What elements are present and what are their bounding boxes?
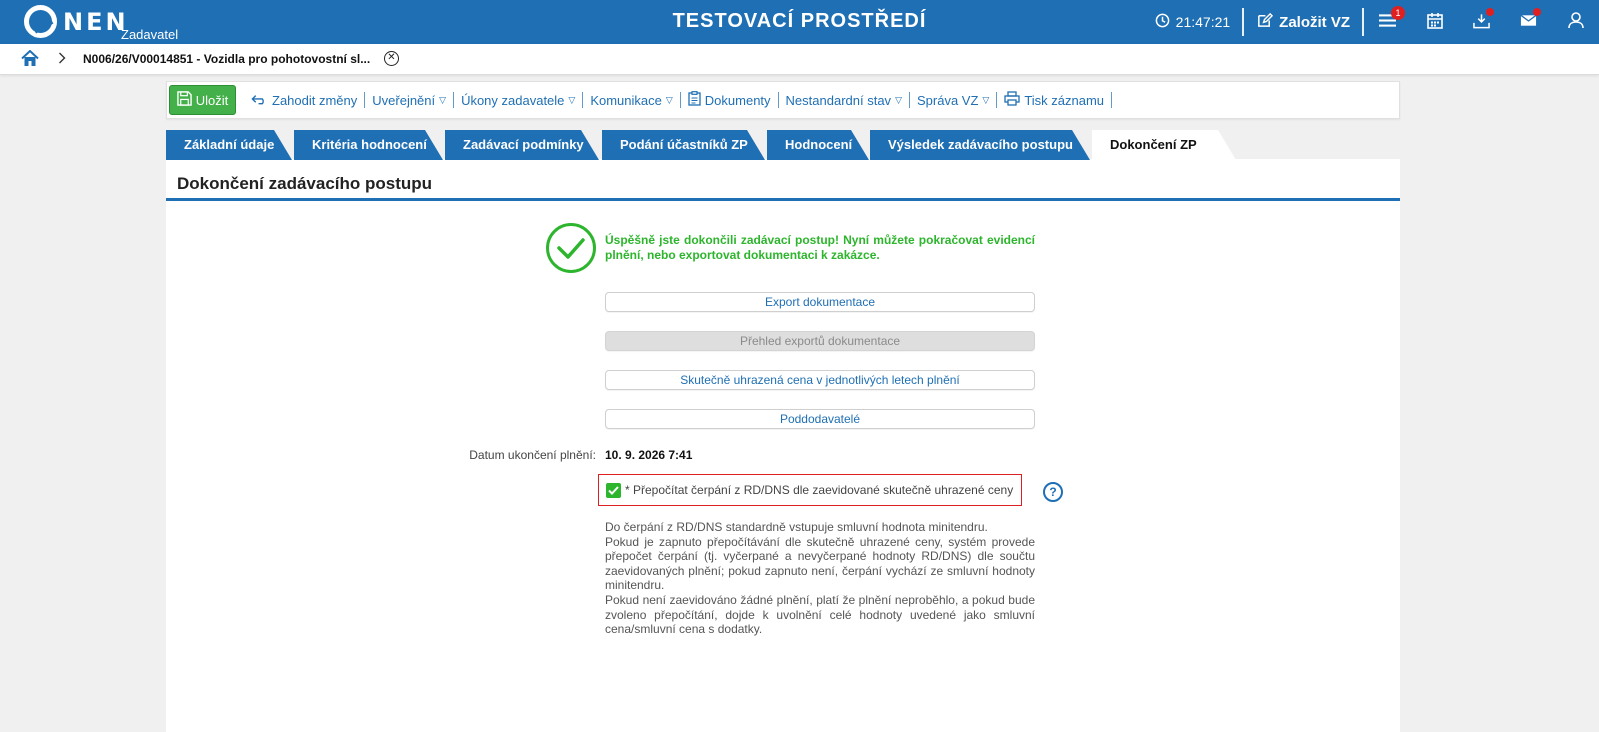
caret-down-icon: ▽ bbox=[982, 94, 990, 105]
drawdown-info-note: Do čerpání z RD/DNS standardně vstupuje … bbox=[605, 520, 1035, 637]
header-divider bbox=[1242, 8, 1245, 36]
vz-management-menu[interactable]: Správa VZ ▽ bbox=[910, 93, 996, 108]
messages-dot-badge bbox=[1533, 8, 1541, 16]
page-title: Dokončení zadávacího postupu bbox=[166, 159, 1400, 201]
caret-down-icon: ▽ bbox=[665, 94, 673, 105]
user-icon bbox=[1567, 12, 1584, 32]
tab-procedure-result[interactable]: Výsledek zadávacího postupu bbox=[870, 130, 1090, 160]
downloads-dot-badge bbox=[1486, 8, 1494, 16]
create-vz-label: Založit VZ bbox=[1279, 13, 1350, 31]
logo-ring-icon bbox=[24, 5, 57, 38]
menu-button[interactable]: 1 bbox=[1364, 0, 1411, 44]
top-header: NEN Zadavatel TESTOVACÍ PROSTŘEDÍ 21:47:… bbox=[0, 0, 1599, 44]
document-icon bbox=[688, 91, 701, 109]
logo-text: NEN bbox=[63, 7, 129, 36]
tab-evaluation-criteria[interactable]: Kritéria hodnocení bbox=[294, 130, 443, 160]
printer-icon bbox=[1004, 91, 1020, 109]
toolbar-divider bbox=[1111, 92, 1113, 108]
discard-changes-button[interactable]: Zahodit změny bbox=[244, 92, 364, 108]
edit-icon bbox=[1256, 12, 1274, 33]
calendar-button[interactable] bbox=[1411, 0, 1458, 44]
documents-button[interactable]: Dokumenty bbox=[681, 91, 778, 109]
success-message: Úspěšně jste dokončili zadávací postup! … bbox=[605, 233, 1035, 262]
publication-menu[interactable]: Uveřejnění ▽ bbox=[365, 93, 453, 108]
communication-label: Komunikace bbox=[590, 92, 662, 108]
clock-time: 21:47:21 bbox=[1175, 14, 1231, 30]
tab-basic-info[interactable]: Základní údaje bbox=[166, 130, 292, 160]
user-profile-button[interactable] bbox=[1552, 0, 1599, 44]
help-icon[interactable]: ? bbox=[1043, 482, 1063, 502]
calendar-icon bbox=[1426, 12, 1443, 32]
actual-price-by-year-button[interactable]: Skutečně uhrazená cena v jednotlivých le… bbox=[605, 370, 1035, 390]
caret-down-icon: ▽ bbox=[439, 94, 447, 105]
recalculate-drawdown-checkbox[interactable]: * Přepočítat čerpání z RD/DNS dle zaevid… bbox=[598, 474, 1022, 506]
toolbar-divider bbox=[364, 92, 366, 108]
nonstandard-state-label: Nestandardní stav bbox=[785, 92, 892, 108]
downloads-button[interactable] bbox=[1458, 0, 1505, 44]
subcontractors-button[interactable]: Poddodavatelé bbox=[605, 409, 1035, 429]
tab-participant-bids[interactable]: Podání účastníků ZP bbox=[602, 130, 765, 160]
toolbar-divider bbox=[453, 92, 455, 108]
tab-evaluation[interactable]: Hodnocení bbox=[767, 130, 869, 160]
nen-logo[interactable]: NEN bbox=[24, 5, 129, 38]
caret-down-icon: ▽ bbox=[895, 94, 902, 105]
create-vz-button[interactable]: Založit VZ bbox=[1244, 12, 1362, 33]
note-line: Pokud není zaevidováno žádné plnění, pla… bbox=[605, 592, 1035, 637]
save-label: Uložit bbox=[195, 92, 229, 108]
note-line: Pokud je zapnuto přepočítávání dle skute… bbox=[605, 534, 1035, 593]
toolbar-divider bbox=[582, 92, 584, 108]
toolbar-divider bbox=[996, 92, 998, 108]
home-icon[interactable] bbox=[21, 49, 39, 70]
completion-date-value: 10. 9. 2026 7:41 bbox=[605, 448, 693, 462]
action-toolbar: Uložit Zahodit změny Uveřejnění ▽ Úkony … bbox=[166, 81, 1400, 119]
undo-icon bbox=[251, 92, 268, 108]
print-record-button[interactable]: Tisk záznamu bbox=[997, 91, 1111, 109]
caret-down-icon: ▽ bbox=[568, 94, 576, 105]
breadcrumb-current-item[interactable]: N006/26/V00014851 - Vozidla pro pohotovo… bbox=[83, 52, 370, 66]
nonstandard-state-menu[interactable]: Nestandardní stav ▽ bbox=[779, 93, 909, 108]
main-panel: Dokončení zadávacího postupu Úspěšně jst… bbox=[166, 159, 1400, 732]
communication-menu[interactable]: Komunikace ▽ bbox=[583, 93, 679, 108]
notification-count-badge: 1 bbox=[1391, 6, 1405, 20]
toolbar-divider bbox=[908, 92, 910, 108]
print-record-label: Tisk záznamu bbox=[1024, 92, 1105, 108]
save-button[interactable]: Uložit bbox=[169, 85, 236, 115]
tab-tender-conditions[interactable]: Zadávací podmínky bbox=[445, 130, 599, 160]
discard-label: Zahodit změny bbox=[272, 92, 358, 108]
success-check-icon bbox=[546, 223, 596, 273]
documents-label: Dokumenty bbox=[704, 92, 771, 108]
vz-management-label: Správa VZ bbox=[916, 92, 979, 108]
section-tabs: Základní údaje Kritéria hodnocení Zadáva… bbox=[166, 130, 1400, 160]
breadcrumb: N006/26/V00014851 - Vozidla pro pohotovo… bbox=[0, 44, 1599, 75]
publication-label: Uveřejnění bbox=[372, 92, 436, 108]
logo-subtitle: Zadavatel bbox=[121, 27, 179, 42]
mail-icon bbox=[1520, 14, 1537, 30]
clock-icon bbox=[1155, 13, 1170, 31]
close-icon[interactable]: ✕ bbox=[384, 51, 399, 66]
export-overview-button[interactable]: Přehled exportů dokumentace bbox=[605, 331, 1035, 351]
toolbar-divider bbox=[679, 92, 681, 108]
session-clock: 21:47:21 bbox=[1143, 13, 1243, 31]
header-actions: 21:47:21 Založit VZ 1 bbox=[1143, 0, 1599, 44]
chevron-right-icon bbox=[58, 52, 66, 67]
toolbar-divider bbox=[777, 92, 779, 108]
contracting-actions-label: Úkony zadavatele bbox=[461, 92, 565, 108]
recalculate-drawdown-label: * Přepočítat čerpání z RD/DNS dle zaevid… bbox=[625, 483, 1014, 497]
contracting-actions-menu[interactable]: Úkony zadavatele ▽ bbox=[454, 93, 582, 108]
export-documentation-button[interactable]: Export dokumentace bbox=[605, 292, 1035, 312]
note-line: Do čerpání z RD/DNS standardně vstupuje … bbox=[605, 520, 988, 534]
save-icon bbox=[176, 91, 192, 109]
checkbox-checked-icon bbox=[606, 482, 621, 498]
messages-button[interactable] bbox=[1505, 0, 1552, 44]
completion-date-label: Datum ukončení plnění: bbox=[469, 448, 596, 462]
tab-procedure-completion[interactable]: Dokončení ZP bbox=[1092, 130, 1236, 160]
